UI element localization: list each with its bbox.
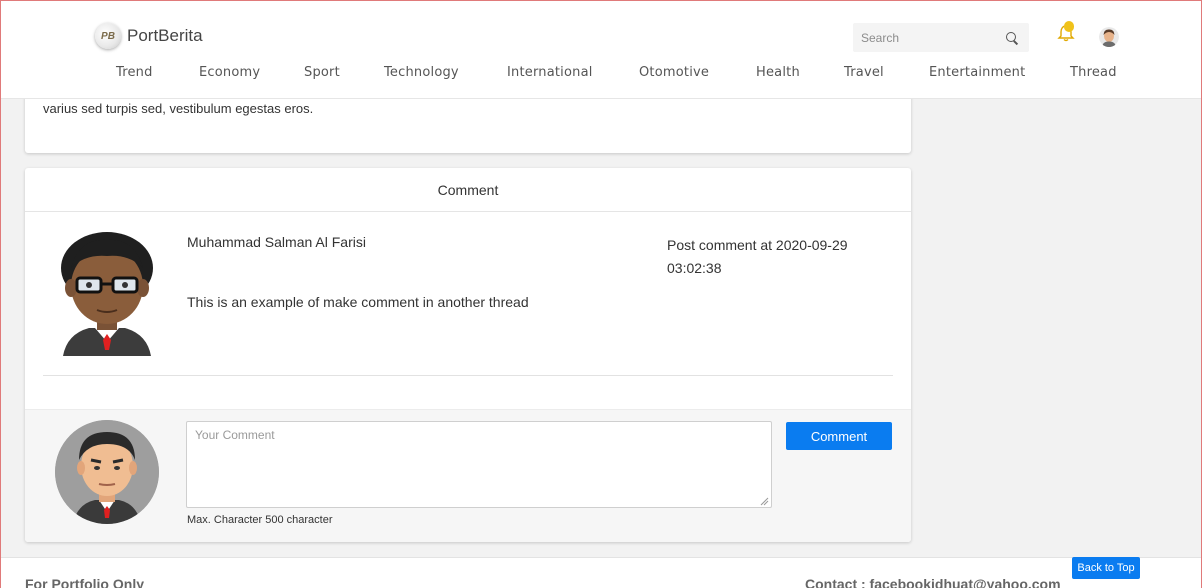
character-limit-hint: Max. Character 500 character (187, 514, 333, 526)
submit-comment-button[interactable]: Comment (786, 422, 892, 450)
comment-divider (43, 375, 893, 376)
article-text: varius sed turpis sed, vestibulum egesta… (43, 101, 314, 116)
nav-item-trend[interactable]: Trend (116, 65, 153, 80)
resize-grip-icon[interactable] (760, 497, 769, 506)
category-nav: Trend Economy Sport Technology Internati… (1, 65, 1201, 87)
back-to-top-button[interactable]: Back to Top (1072, 557, 1140, 579)
top-header: PB PortBerita Trend Economy Sport Techno… (1, 1, 1201, 99)
comment-textarea[interactable] (186, 421, 772, 508)
footer-note: For Portfolio Only (25, 576, 144, 588)
comment-section-title: Comment (25, 168, 911, 212)
current-user-avatar-icon (55, 420, 159, 524)
comment-compose: Max. Character 500 character Comment (25, 409, 911, 542)
commenter-avatar-icon (61, 232, 153, 356)
nav-item-health[interactable]: Health (756, 65, 800, 80)
footer-contact: Contact : facebookidhuat@yahoo.com (805, 576, 1061, 588)
nav-item-entertainment[interactable]: Entertainment (929, 65, 1025, 80)
search-box (853, 23, 1029, 52)
search-icon[interactable] (1005, 31, 1019, 45)
comment-section: Comment Muhammad Salman Al Farisi Post c… (25, 168, 911, 542)
current-user-avatar (55, 420, 159, 524)
brand[interactable]: PB PortBerita (95, 23, 203, 49)
user-avatar-icon (1099, 27, 1119, 47)
nav-item-technology[interactable]: Technology (384, 65, 459, 80)
notification-bell[interactable] (1056, 21, 1082, 43)
user-avatar[interactable] (1099, 27, 1119, 47)
commenter-avatar (59, 228, 155, 358)
search-input[interactable] (861, 30, 991, 45)
footer: For Portfolio Only Contact : facebookidh… (1, 557, 1201, 588)
commenter-name: Muhammad Salman Al Farisi (187, 234, 366, 250)
nav-item-thread[interactable]: Thread (1070, 65, 1117, 80)
nav-item-economy[interactable]: Economy (199, 65, 260, 80)
brand-logo-icon: PB (95, 23, 121, 49)
comment-timestamp: Post comment at 2020-09-29 03:02:38 (667, 237, 848, 276)
nav-item-otomotive[interactable]: Otomotive (639, 65, 709, 80)
nav-item-sport[interactable]: Sport (304, 65, 340, 80)
nav-item-travel[interactable]: Travel (844, 65, 884, 80)
nav-item-international[interactable]: International (507, 65, 593, 80)
comment-text: This is an example of make comment in an… (187, 294, 529, 310)
comment-item: Muhammad Salman Al Farisi Post comment a… (25, 212, 911, 376)
brand-name: PortBerita (127, 26, 203, 45)
